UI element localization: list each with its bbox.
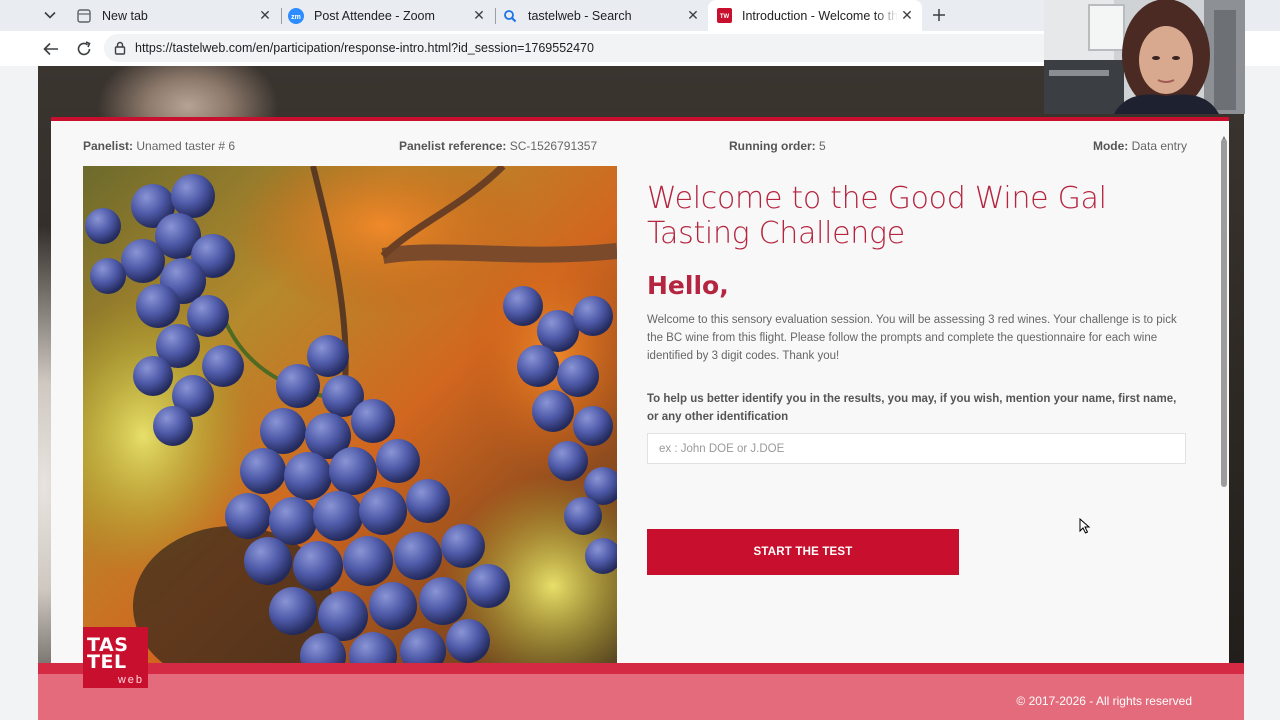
close-tab-icon[interactable]: ✕ (684, 7, 702, 25)
page-footer: © 2017-2026 - All rights reserved (38, 663, 1244, 720)
logo-line-3: web (117, 674, 144, 686)
tab-search[interactable]: tastelweb - Search ✕ (496, 0, 708, 31)
page-viewport: Panelist: Unamed taster # 6 Panelist ref… (38, 66, 1244, 720)
intro-paragraph: Welcome to this sensory evaluation sessi… (647, 314, 1177, 362)
greeting-heading: Hello, (647, 271, 729, 300)
running-order-info: Running order: 5 (729, 139, 826, 153)
tab-title: Introduction - Welcome to the Go (742, 8, 898, 23)
close-tab-icon[interactable]: ✕ (256, 7, 274, 25)
order-label: Running order: (729, 139, 816, 153)
page-scrollbar[interactable]: ▲ (1219, 135, 1229, 663)
new-tab-page-icon (76, 8, 92, 24)
start-test-button[interactable]: START THE TEST (647, 529, 959, 575)
tab-search-chevron-icon[interactable] (38, 5, 62, 25)
copyright-text: © 2017-2026 - All rights reserved (1016, 694, 1192, 708)
mode-value: Data entry (1131, 139, 1187, 153)
order-value: 5 (819, 139, 826, 153)
svg-text:zm: zm (291, 14, 301, 21)
back-arrow-icon[interactable] (40, 38, 62, 60)
webcam-video-overlay (1044, 0, 1245, 114)
address-url[interactable]: https://tastelweb.com/en/participation/r… (135, 41, 594, 55)
mouse-cursor-icon (1079, 518, 1091, 534)
address-bar[interactable]: https://tastelweb.com/en/participation/r… (104, 34, 1064, 62)
panelist-info-bar: Panelist: Unamed taster # 6 Panelist ref… (83, 139, 1187, 155)
scrollbar-thumb[interactable] (1221, 139, 1227, 487)
intro-card: Panelist: Unamed taster # 6 Panelist ref… (51, 117, 1229, 663)
identification-label: To help us better identify you in the re… (647, 393, 1177, 423)
reference-value: SC-1526791357 (509, 139, 598, 153)
close-tab-icon[interactable]: ✕ (898, 7, 916, 25)
svg-text:TW: TW (719, 14, 729, 20)
panelist-info: Panelist: Unamed taster # 6 (83, 139, 235, 153)
tab-zoom[interactable]: zm Post Attendee - Zoom ✕ (282, 0, 494, 31)
name-input[interactable] (647, 433, 1186, 464)
tab-title: Post Attendee - Zoom (314, 8, 435, 23)
tab-new-tab[interactable]: New tab ✕ (70, 0, 280, 31)
logo-line-2: TEL (87, 651, 127, 673)
zoom-icon: zm (288, 7, 304, 24)
search-icon (502, 8, 518, 24)
page-title: Welcome to the Good Wine Gal Tasting Cha… (647, 181, 1107, 251)
panelist-value: Unamed taster # 6 (136, 139, 236, 153)
grapes-hero-image (83, 166, 617, 663)
panelist-label: Panelist: (83, 139, 134, 153)
panelist-reference-info: Panelist reference: SC-1526791357 (399, 139, 597, 153)
intro-content: Welcome to the Good Wine Gal Tasting Cha… (647, 181, 1187, 464)
tab-tastelweb-active[interactable]: TW Introduction - Welcome to the Go ✕ (708, 0, 922, 31)
reference-label: Panelist reference: (399, 139, 507, 153)
site-info-icon[interactable] (112, 40, 128, 56)
tastelweb-logo[interactable]: TAS TEL web (83, 627, 148, 688)
mode-info: Mode: Data entry (1093, 139, 1187, 153)
mode-label: Mode: (1092, 139, 1129, 153)
tab-title: tastelweb - Search (528, 8, 632, 23)
close-tab-icon[interactable]: ✕ (470, 7, 488, 25)
new-tab-plus-icon[interactable] (929, 5, 949, 25)
tastelweb-favicon: TW (716, 8, 732, 24)
tab-title: New tab (102, 8, 148, 23)
reload-icon[interactable] (73, 38, 95, 60)
